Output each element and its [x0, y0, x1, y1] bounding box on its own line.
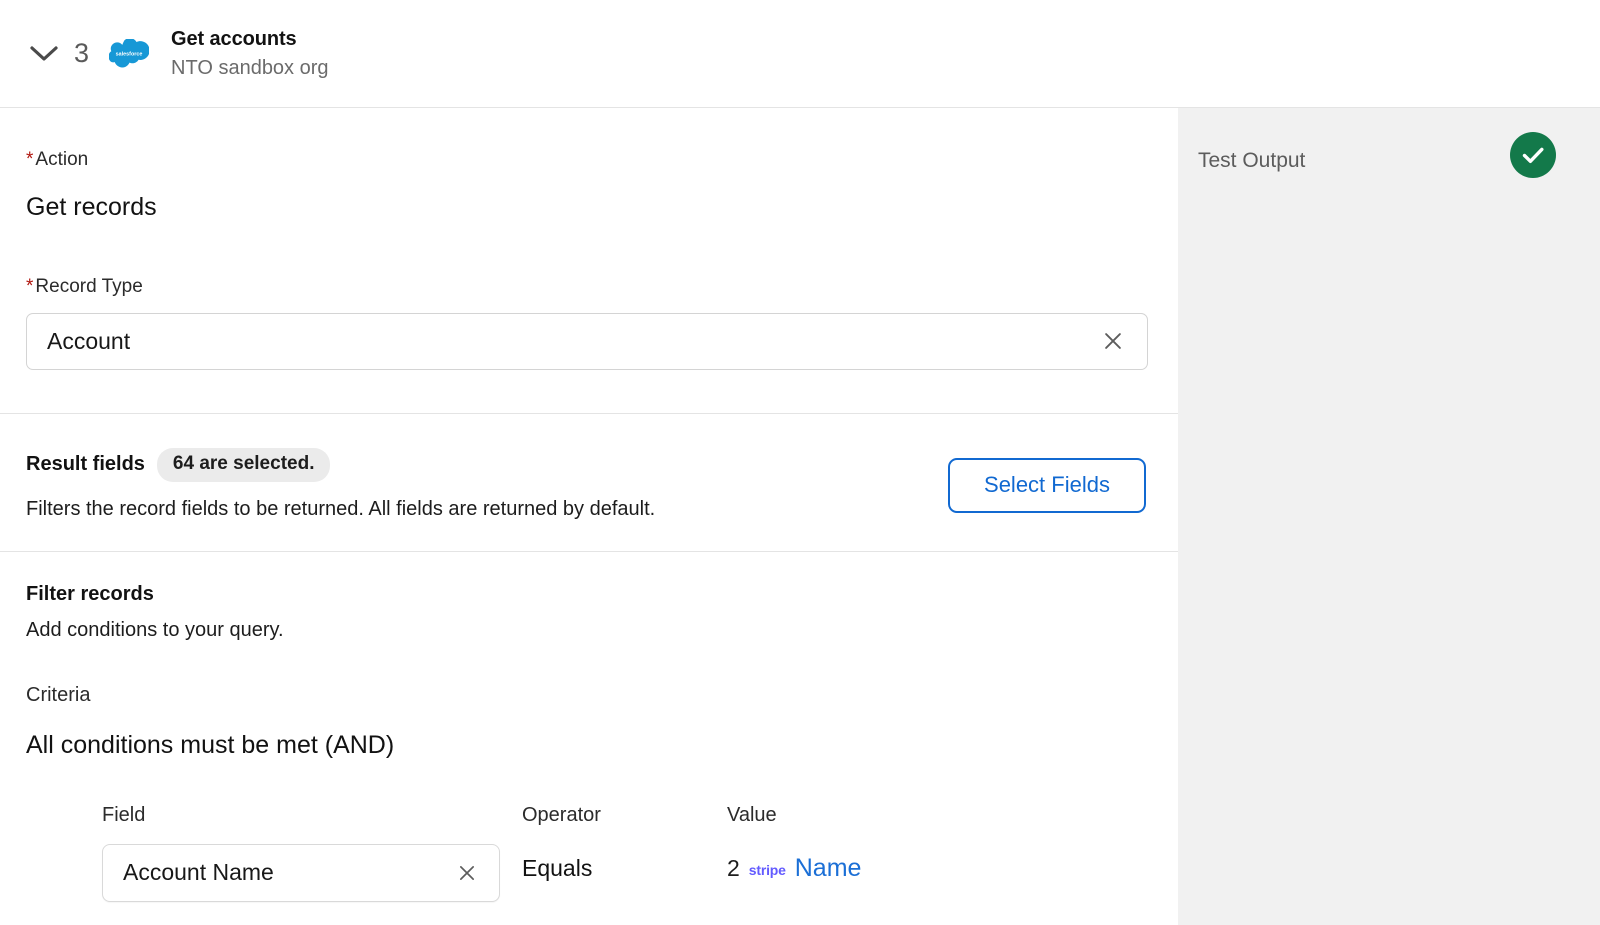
close-icon[interactable]: [451, 857, 483, 889]
result-fields-section: Result fields 64 are selected. Filters t…: [0, 414, 1178, 552]
svg-text:salesforce: salesforce: [116, 51, 143, 57]
record-type-value: Account: [47, 327, 131, 354]
column-header-field: Field: [102, 803, 146, 826]
result-fields-text-block: Result fields 64 are selected. Filters t…: [26, 446, 655, 522]
condition-value-token[interactable]: 2 stripe Name: [727, 844, 1107, 883]
result-fields-heading-row: Result fields 64 are selected.: [26, 447, 655, 483]
condition-operator-value[interactable]: Equals: [522, 844, 727, 880]
test-output-title: Test Output: [1198, 148, 1306, 172]
step-title-block: Get accounts NTO sandbox org: [171, 26, 329, 82]
required-asterisk: *: [26, 149, 34, 170]
criteria-label: Criteria: [26, 684, 91, 707]
condition-field-combobox[interactable]: Account Name: [102, 843, 500, 902]
filter-records-section: Filter records Add conditions to your qu…: [0, 552, 1178, 902]
action-label-text: Action: [35, 149, 89, 170]
value-token-name: Name: [794, 853, 862, 882]
step-subtitle: NTO sandbox org: [171, 56, 329, 79]
criteria-value[interactable]: All conditions must be met (AND): [26, 732, 1152, 760]
select-fields-button[interactable]: Select Fields: [948, 457, 1146, 513]
column-header-operator: Operator: [522, 803, 601, 826]
condition-field-value: Account Name: [123, 859, 274, 886]
value-step-index: 2: [727, 854, 740, 881]
record-type-label: * Record Type: [26, 277, 1152, 296]
action-label: * Action: [26, 150, 1152, 169]
close-glyph: [1105, 333, 1121, 349]
record-type-combobox[interactable]: Account: [26, 312, 1148, 370]
stripe-brand-label: stripe: [748, 861, 786, 878]
result-fields-description: Filters the record fields to be returned…: [26, 498, 656, 521]
test-output-pane: Test Output: [1178, 108, 1600, 925]
record-type-label-text: Record Type: [35, 275, 143, 297]
filter-records-heading: Filter records: [26, 583, 154, 606]
condition-value-column: Value 2 stripe Name: [727, 805, 1107, 883]
step-number: 3: [74, 38, 90, 68]
result-fields-heading: Result fields: [26, 453, 145, 476]
required-asterisk: *: [26, 275, 34, 297]
step-title: Get accounts: [171, 27, 297, 50]
chevron-down-glyph: [30, 45, 58, 61]
salesforce-cloud-glyph: salesforce: [109, 39, 150, 68]
condition-operator-column: Operator Equals: [522, 805, 727, 880]
filter-records-description: Add conditions to your query.: [26, 619, 284, 642]
condition-row: Field Account Name Operator Equals Value…: [26, 805, 1152, 902]
check-glyph: [1522, 147, 1544, 163]
close-glyph: [460, 865, 474, 880]
step-body: * Action Get records * Record Type Account: [0, 108, 1600, 925]
check-circle-icon: [1510, 132, 1556, 178]
step-header: 3 salesforce Get accounts NTO sandbox or…: [0, 0, 1600, 108]
config-pane: * Action Get records * Record Type Account: [0, 108, 1178, 925]
action-section: * Action Get records * Record Type Account: [0, 108, 1178, 413]
close-icon[interactable]: [1097, 325, 1129, 357]
chevron-down-icon[interactable]: [24, 34, 64, 74]
salesforce-cloud-icon: salesforce: [109, 39, 150, 68]
test-output-header: Test Output: [1178, 108, 1600, 178]
condition-field-column: Field Account Name: [102, 805, 522, 902]
column-header-value: Value: [727, 803, 777, 826]
step-editor-screen: 3 salesforce Get accounts NTO sandbox or…: [0, 0, 1600, 925]
action-value[interactable]: Get records: [26, 193, 1152, 222]
selected-count-badge: 64 are selected.: [156, 447, 331, 483]
